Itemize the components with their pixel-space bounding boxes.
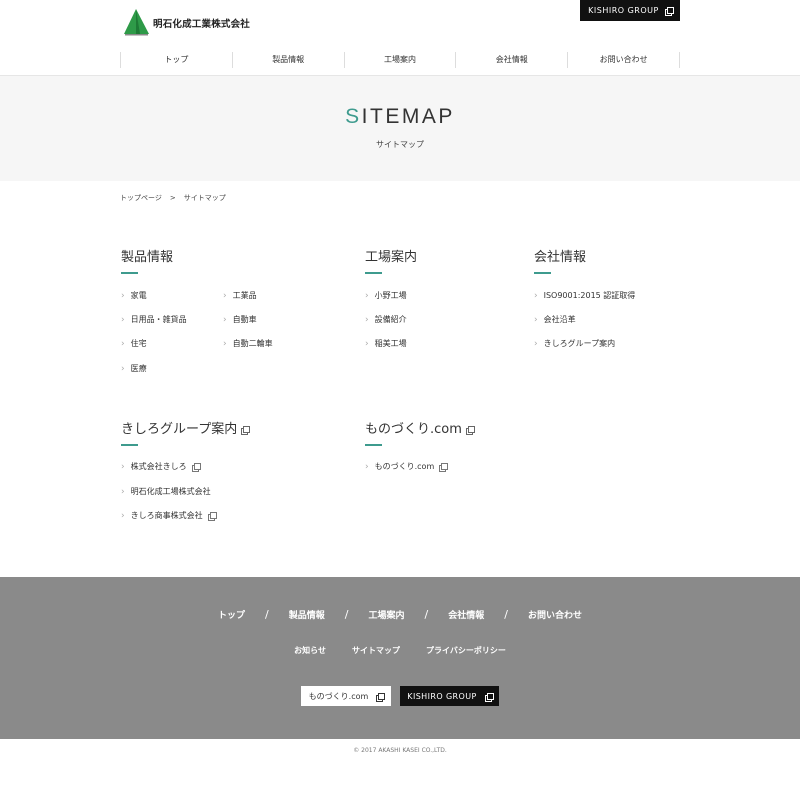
footer-nav-separator: / [344, 608, 349, 621]
page-title: SITEMAP [0, 105, 800, 129]
nav-products[interactable]: 製品情報 [231, 52, 344, 68]
global-nav: トップ 製品情報 工場案内 会社情報 お問い合わせ [120, 52, 680, 68]
footer-link-sitemap[interactable]: サイトマップ [352, 645, 400, 656]
external-link-icon [664, 7, 674, 16]
copyright: © 2017 AKASHI KASEI CO.,LTD. [353, 747, 447, 754]
external-link-icon [191, 463, 201, 472]
breadcrumb: トップページ > サイトマップ [120, 193, 226, 203]
nav-top[interactable]: トップ [120, 52, 232, 68]
link-akashi-kasei-factory[interactable]: 明石化成工場株式会社 [121, 486, 211, 497]
section-title-group-label: きしろグループ案内 [121, 422, 238, 437]
external-link-icon [207, 512, 217, 521]
external-link-icon [376, 692, 386, 702]
logo-triangle-icon [124, 9, 149, 36]
link-jidousha[interactable]: 自動車 [223, 314, 257, 325]
kishiro-group-button[interactable]: KISHIRO GROUP [580, 0, 680, 21]
section-title-monozukuri-label: ものづくり.com [365, 422, 462, 437]
footer-nav-separator: / [265, 608, 269, 621]
external-link-icon [465, 426, 475, 435]
nav-company[interactable]: 会社情報 [455, 52, 567, 68]
breadcrumb-home[interactable]: トップページ [120, 194, 162, 202]
page-subtitle: サイトマップ [376, 140, 424, 149]
section-title-products: 製品情報 [121, 246, 173, 274]
link-kishiro-shouji[interactable]: きしろ商事株式会社 [121, 510, 217, 521]
footer-nav-products[interactable]: 製品情報 [289, 608, 325, 621]
page-hero: SITEMAP サイトマップ [0, 76, 800, 181]
footer-link-privacy[interactable]: プライバシーポリシー [426, 645, 506, 656]
external-link-icon [484, 692, 494, 702]
footer-nav-company[interactable]: 会社情報 [448, 608, 484, 621]
footer-nav-separator: / [504, 608, 508, 621]
footer-kishiro-group-button[interactable]: KISHIRO GROUP [400, 686, 499, 706]
link-jidou-nirinsha[interactable]: 自動二輪車 [223, 338, 273, 349]
page-title-accent: S [345, 105, 362, 128]
section-title-factory: 工場案内 [365, 246, 417, 274]
link-equipment[interactable]: 設備紹介 [365, 314, 407, 325]
nav-contact[interactable]: お問い合わせ [567, 52, 680, 68]
link-juutaku[interactable]: 住宅 [121, 338, 147, 349]
link-inami-factory[interactable]: 稲美工場 [365, 338, 407, 349]
footer-nav-top[interactable]: トップ [218, 608, 245, 621]
logo[interactable]: 明石化成工業株式会社 [123, 8, 250, 36]
breadcrumb-current: サイトマップ [183, 194, 226, 202]
link-iso9001[interactable]: ISO9001:2015 認証取得 [534, 290, 636, 301]
footer-nav-factory[interactable]: 工場案内 [368, 608, 404, 621]
footer-monozukuri-button[interactable]: ものづくり.com [301, 686, 391, 706]
site-footer: トップ / 製品情報 / 工場案内 / 会社情報 / お問い合わせ お知らせ サ… [0, 577, 800, 739]
link-iryou[interactable]: 医療 [121, 363, 147, 374]
link-kishiro-shouji-label: きしろ商事株式会社 [130, 511, 203, 520]
link-kishiro-label: 株式会社きしろ [130, 462, 187, 471]
section-title-monozukuri[interactable]: ものづくり.com [365, 418, 475, 446]
external-link-icon [241, 426, 251, 435]
link-kishiro[interactable]: 株式会社きしろ [121, 461, 201, 472]
section-title-company: 会社情報 [534, 246, 586, 274]
site-header: 明石化成工業株式会社 KISHIRO GROUP トップ 製品情報 工場案内 会… [0, 0, 800, 76]
footer-link-news[interactable]: お知らせ [294, 645, 326, 656]
link-kaden[interactable]: 家電 [121, 290, 147, 301]
section-title-group[interactable]: きしろグループ案内 [121, 418, 251, 446]
nav-factory[interactable]: 工場案内 [343, 52, 456, 68]
link-kougyouhin[interactable]: 工業品 [223, 290, 257, 301]
link-monozukuri[interactable]: ものづくり.com [365, 461, 449, 472]
link-nichiyouhin[interactable]: 日用品・雑貨品 [121, 314, 187, 325]
logo-text: 明石化成工業株式会社 [153, 18, 251, 30]
footer-kishiro-group-label: KISHIRO GROUP [407, 691, 477, 701]
footer-nav: トップ / 製品情報 / 工場案内 / 会社情報 / お問い合わせ [0, 608, 800, 621]
external-link-icon [439, 463, 449, 472]
link-group-guide[interactable]: きしろグループ案内 [534, 338, 616, 349]
link-history[interactable]: 会社沿革 [534, 314, 576, 325]
kishiro-group-label: KISHIRO GROUP [588, 6, 659, 15]
page-title-rest: ITEMAP [361, 105, 455, 128]
footer-nav-contact[interactable]: お問い合わせ [528, 608, 582, 621]
footer-subnav: お知らせ サイトマップ プライバシーポリシー [0, 645, 800, 656]
breadcrumb-separator: > [169, 194, 176, 202]
link-ono-factory[interactable]: 小野工場 [365, 290, 407, 301]
link-monozukuri-label: ものづくり.com [374, 462, 435, 471]
footer-nav-separator: / [424, 608, 429, 621]
footer-monozukuri-label: ものづくり.com [308, 691, 369, 701]
